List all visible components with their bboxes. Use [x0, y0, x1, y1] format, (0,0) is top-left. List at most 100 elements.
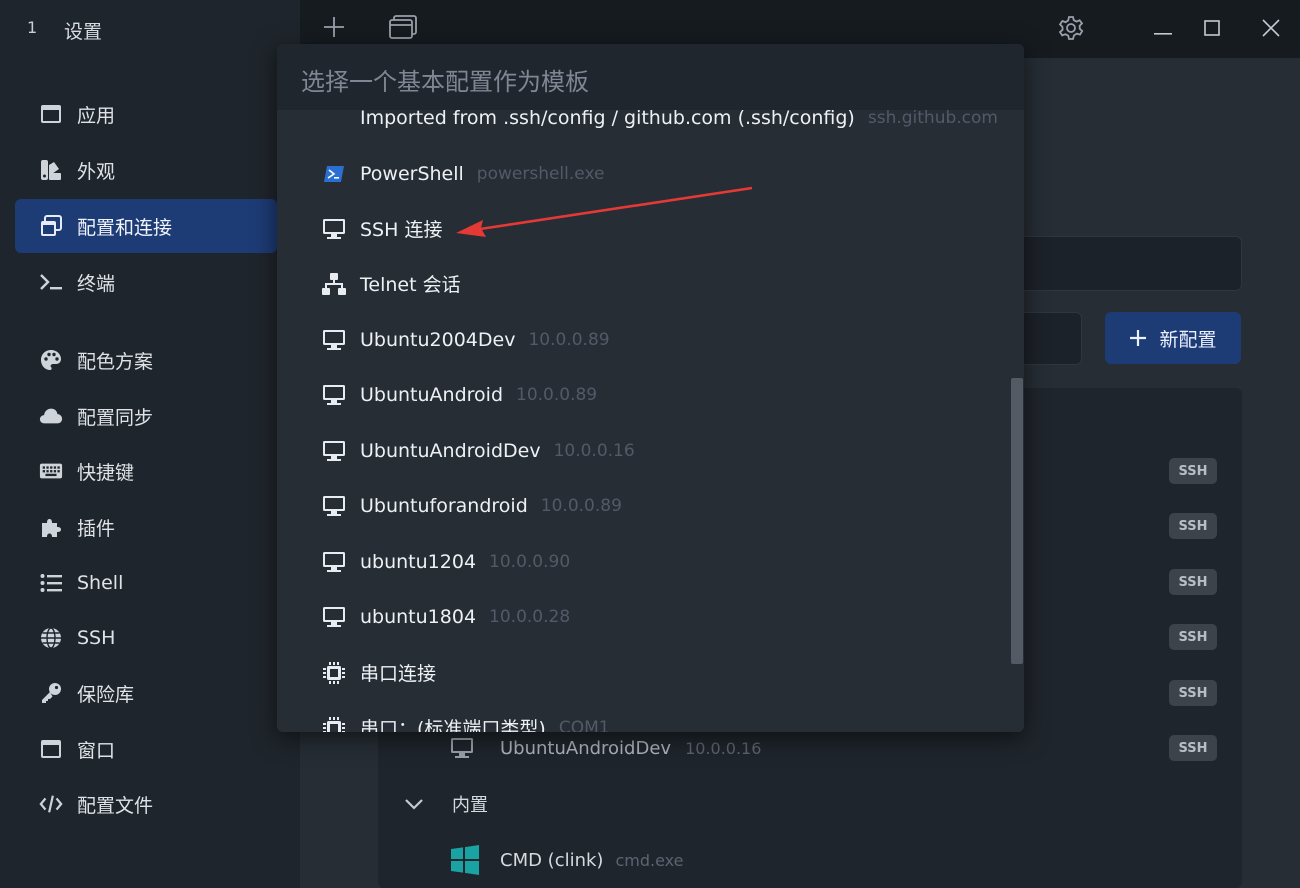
- sidebar-item-window[interactable]: 窗口: [15, 722, 277, 776]
- profile-filter-input[interactable]: [1000, 236, 1242, 291]
- plus-icon: [1129, 329, 1147, 347]
- monitor-icon: [321, 438, 347, 464]
- item-desc: 10.0.0.16: [553, 440, 635, 461]
- item-desc: 10.0.0.28: [489, 606, 571, 627]
- dropdown-item-telnet[interactable]: Telnet 会话: [277, 256, 1012, 311]
- item-name: ubuntu1204: [360, 550, 477, 573]
- window-icon: [39, 102, 63, 126]
- monitor-icon: [321, 549, 347, 575]
- dropdown-item-imported-github[interactable]: Imported from .ssh/config / github.com (…: [277, 90, 1012, 145]
- item-name: Ubuntuforandroid: [360, 494, 528, 517]
- minimize-icon: [1154, 21, 1172, 40]
- terminal-icon: [39, 270, 63, 294]
- new-profile-button[interactable]: 新配置: [1105, 312, 1241, 364]
- sidebar-item-ssh[interactable]: SSH: [15, 611, 277, 665]
- sidebar-item-appearance[interactable]: 外观: [15, 143, 277, 197]
- gear-icon: [1058, 15, 1084, 45]
- new-tab-button[interactable]: [320, 14, 348, 44]
- item-desc: ssh.github.com: [867, 107, 998, 128]
- monitor-icon: [321, 216, 347, 242]
- dropdown-scrollbar-thumb[interactable]: [1011, 378, 1023, 664]
- item-desc: 10.0.0.90: [489, 551, 571, 572]
- list-icon: [39, 571, 63, 595]
- blank-icon: [321, 105, 347, 131]
- chevron-down-icon: [404, 798, 424, 810]
- profiles-icon: [39, 214, 63, 238]
- dropdown-item-ubuntu1804[interactable]: ubuntu1804 10.0.0.28: [277, 589, 1012, 644]
- sidebar-item-terminal[interactable]: 终端: [15, 255, 277, 309]
- group-label: 内置: [452, 795, 488, 816]
- item-name: 串口连接: [360, 663, 437, 685]
- sidebar-item-label: 快捷键: [77, 461, 135, 484]
- item-desc: 10.0.0.89: [516, 384, 598, 405]
- chip-icon: [321, 715, 347, 732]
- sidebar-item-shell[interactable]: Shell: [15, 556, 277, 610]
- item-name: UbuntuAndroidDev: [360, 439, 541, 462]
- cloud-icon: [39, 404, 63, 428]
- tabs-overview-button[interactable]: [388, 14, 418, 44]
- item-name: 串口：(标准端口类型): [360, 718, 546, 732]
- minimize-button[interactable]: [1148, 15, 1178, 45]
- dropdown-item-ubuntu2004dev[interactable]: Ubuntu2004Dev 10.0.0.89: [277, 312, 1012, 367]
- sidebar-item-label: 配置文件: [77, 794, 154, 817]
- puzzle-icon: [39, 515, 63, 539]
- dropdown-item-ubuntuforandroid[interactable]: Ubuntuforandroid 10.0.0.89: [277, 478, 1012, 533]
- profile-desc: cmd.exe: [615, 850, 684, 870]
- item-name: Ubuntu2004Dev: [360, 328, 516, 351]
- sidebar-item-profiles[interactable]: 配置和连接: [15, 199, 277, 253]
- monitor-icon: [321, 382, 347, 408]
- close-button[interactable]: [1256, 15, 1286, 45]
- monitor-icon: [321, 327, 347, 353]
- dropdown-item-serial-com1[interactable]: 串口：(标准端口类型) COM1: [277, 700, 1012, 732]
- settings-button[interactable]: [1056, 15, 1086, 45]
- dropdown-item-serial[interactable]: 串口连接: [277, 645, 1012, 700]
- sidebar-item-label: 窗口: [77, 739, 116, 762]
- item-name: ubuntu1804: [360, 605, 477, 628]
- sidebar-item-vault[interactable]: 保险库: [15, 666, 277, 720]
- sidebar-item-label: 终端: [77, 272, 116, 295]
- status-badge: SSH: [1169, 458, 1217, 484]
- sidebar-item-color-schemes[interactable]: 配色方案: [15, 333, 277, 387]
- chip-icon: [321, 660, 347, 686]
- keyboard-icon: [39, 459, 63, 483]
- monitor-icon: [321, 493, 347, 519]
- item-name: UbuntuAndroid: [360, 383, 504, 406]
- status-badge: SSH: [1169, 513, 1217, 539]
- new-profile-label: 新配置: [1159, 328, 1217, 351]
- sidebar-item-label: 配置和连接: [77, 216, 173, 239]
- annotation-arrow: [456, 186, 753, 237]
- sidebar-item-hotkeys[interactable]: 快捷键: [15, 444, 277, 498]
- sidebar-item-label: 配置同步: [77, 406, 154, 429]
- dropdown-item-ubuntu1204[interactable]: ubuntu1204 10.0.0.90: [277, 534, 1012, 589]
- table-row[interactable]: CMD (clink) cmd.exe: [450, 845, 683, 875]
- item-name: SSH 连接: [360, 219, 443, 241]
- globe-icon: [39, 626, 63, 650]
- item-desc: 10.0.0.89: [540, 495, 622, 516]
- sidebar-item-plugins[interactable]: 插件: [15, 500, 277, 554]
- profile-host: 10.0.0.16: [685, 738, 762, 758]
- table-row[interactable]: UbuntuAndroidDev 10.0.0.16: [450, 734, 761, 762]
- network-icon: [321, 271, 347, 297]
- item-desc: COM1: [558, 717, 610, 733]
- profile-name: UbuntuAndroidDev: [500, 737, 672, 759]
- window-icon: [39, 737, 63, 761]
- item-desc: 10.0.0.89: [528, 329, 610, 350]
- sidebar-item-config-sync[interactable]: 配置同步: [15, 389, 277, 443]
- sidebar: 1 设置 应用 外观 配置和连接 终端 配色方案 配置同步 快捷键 插件 She…: [0, 0, 300, 888]
- close-icon: [1262, 19, 1280, 41]
- group-header-builtin[interactable]: 内置: [404, 790, 488, 818]
- monitor-icon: [321, 604, 347, 630]
- sidebar-item-label: Shell: [77, 572, 124, 594]
- key-icon: [39, 681, 63, 705]
- sidebar-item-config-file[interactable]: 配置文件: [15, 777, 277, 831]
- sidebar-item-label: 配色方案: [77, 350, 154, 373]
- dropdown-item-ubuntuandroiddev[interactable]: UbuntuAndroidDev 10.0.0.16: [277, 423, 1012, 478]
- status-badge: SSH: [1169, 569, 1217, 595]
- sidebar-item-label: 外观: [77, 160, 116, 183]
- tabs-icon: [389, 15, 417, 43]
- dropdown-item-ubuntuandroid[interactable]: UbuntuAndroid 10.0.0.89: [277, 367, 1012, 422]
- maximize-button[interactable]: [1197, 15, 1227, 45]
- sidebar-item-application[interactable]: 应用: [15, 87, 277, 141]
- status-badge: SSH: [1169, 680, 1217, 706]
- powershell-icon: [321, 161, 347, 187]
